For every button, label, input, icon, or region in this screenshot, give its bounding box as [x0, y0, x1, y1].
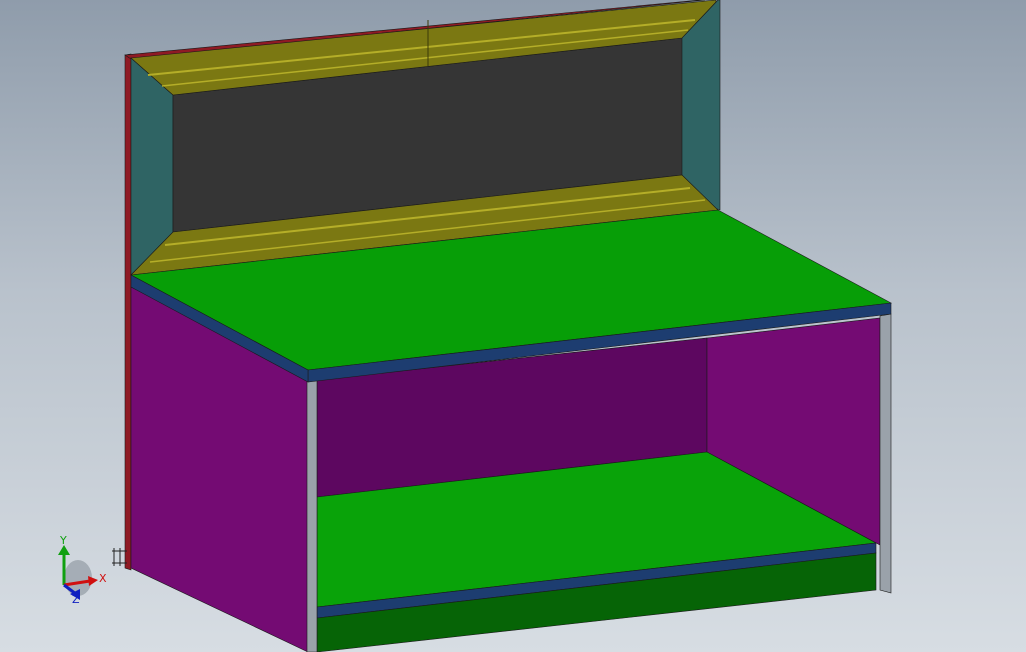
orientation-triad[interactable]: Y X Z [58, 534, 107, 606]
front-left-post[interactable] [306, 379, 318, 652]
triad-x-label: X [99, 572, 107, 585]
back-panel-edge[interactable] [124, 53, 132, 571]
front-right-post[interactable] [879, 313, 892, 594]
triad-y-label: Y [59, 534, 67, 547]
workbench-model[interactable] [112, 0, 892, 652]
graphics-viewport[interactable]: Y X Z [0, 0, 1026, 652]
triad-z-label: Z [72, 593, 80, 606]
triad-x-arrowhead [88, 576, 98, 586]
